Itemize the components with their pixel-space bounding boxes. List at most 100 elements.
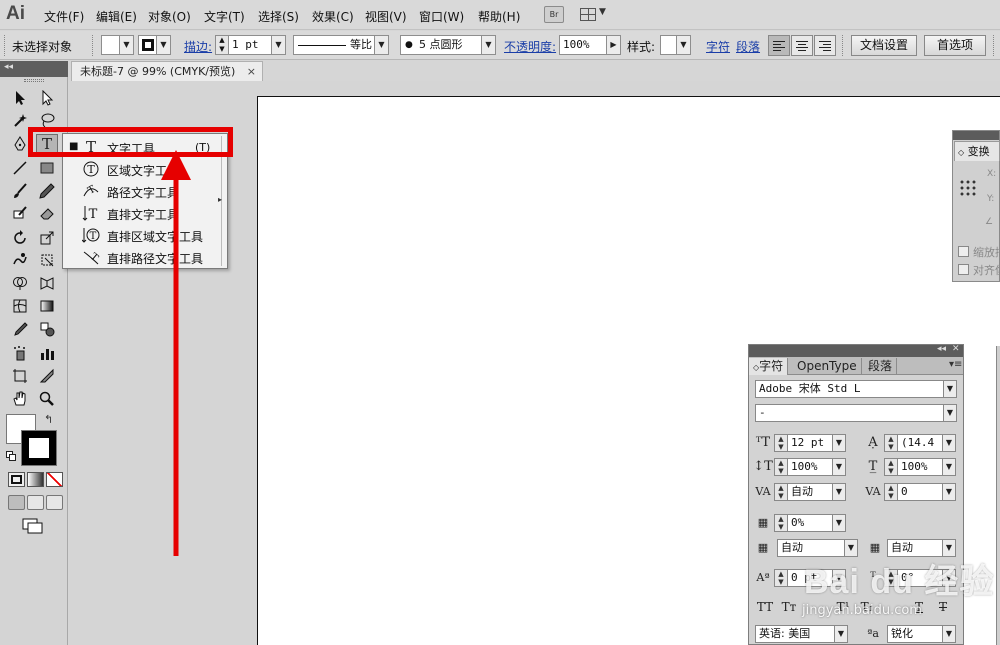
control-bar-grip[interactable] [4,35,7,56]
vertical-scale-stepper[interactable]: ▲ ▼ [774,458,788,476]
kerning-dropdown[interactable]: ▼ [832,483,846,501]
align-pixel-checkbox[interactable] [958,264,969,275]
document-tab[interactable]: 未标题-7 @ 99% (CMYK/预览) × [71,61,263,81]
menu-select[interactable]: 选择(S) [258,8,299,25]
paintbrush-tool-icon[interactable] [9,181,31,201]
kerning-stepper[interactable]: ▲ ▼ [774,483,788,501]
horizontal-scale-field[interactable]: 100% [897,458,943,476]
screen-mode-button[interactable] [22,518,44,534]
opacity-dropdown[interactable]: ▶ [606,35,621,55]
tab-character[interactable]: ◇字符 [749,358,789,375]
horizontal-scale-stepper[interactable]: ▲ ▼ [884,458,898,476]
reference-point-icon[interactable] [959,179,976,196]
menu-edit[interactable]: 编辑(E) [96,8,137,25]
leading-dropdown[interactable]: ▼ [942,434,956,452]
menu-help[interactable]: 帮助(H) [478,8,520,25]
tools-panel-grip[interactable] [24,79,44,82]
menu-view[interactable]: 视图(V) [365,8,407,25]
tracking-stepper[interactable]: ▲ ▼ [884,483,898,501]
small-caps-icon[interactable]: Tт [779,598,799,616]
eraser-tool-icon[interactable] [36,203,58,223]
font-style-field[interactable]: - [755,404,945,422]
control-bar-grip[interactable] [993,35,996,56]
brush-definition[interactable]: ● 5 点圆形 [400,35,482,55]
none-mode-button[interactable] [46,472,63,487]
collapse-icon[interactable]: ◂◂ [4,62,13,72]
align-right-button[interactable] [814,35,836,56]
transform-tab[interactable]: ◇ 变换 [954,141,1000,161]
column-graph-tool-icon[interactable] [36,343,58,363]
stroke-weight-dropdown[interactable]: ▼ [271,35,286,55]
align-center-button[interactable] [791,35,813,56]
graphic-style-dropdown[interactable]: ▼ [676,35,691,55]
stroke-weight-stepper[interactable]: ▲ ▼ [215,35,229,55]
flyout-item-vertical-area-type-tool[interactable]: T 直排区域文字工具 [63,224,223,246]
direct-selection-tool-icon[interactable] [36,88,58,108]
control-bar-grip[interactable] [842,35,845,56]
flyout-item-vertical-type-on-path-tool[interactable]: T 直排路径文字工具 [63,246,223,268]
character-panel-link[interactable]: 字符 [706,38,730,55]
leading-stepper[interactable]: ▲ ▼ [884,434,898,452]
tsume-stepper[interactable]: ▲ ▼ [774,514,788,532]
kerning-field[interactable]: 自动 [787,483,833,501]
tracking-field[interactable]: 0 [897,483,943,501]
zoom-tool-icon[interactable] [36,389,58,409]
font-size-dropdown[interactable]: ▼ [832,434,846,452]
stroke-color-box[interactable] [138,35,158,55]
baseline-shift-stepper[interactable]: ▲ ▼ [774,569,788,587]
scale-strokes-checkbox[interactable] [958,246,969,257]
leading-field[interactable]: (14.4 [897,434,943,452]
tsume-dropdown[interactable]: ▼ [832,514,846,532]
font-style-dropdown[interactable]: ▼ [943,404,957,422]
line-segment-tool-icon[interactable] [9,158,31,178]
gradient-mode-button[interactable] [27,472,44,487]
align-left-button[interactable] [768,35,790,56]
rotate-tool-icon[interactable] [9,228,31,248]
menu-file[interactable]: 文件(F) [44,8,84,25]
pencil-tool-icon[interactable] [36,181,58,201]
font-size-field[interactable]: 12 pt [787,434,833,452]
artboard-tool-icon[interactable] [9,366,31,386]
profile-dropdown[interactable]: ▼ [374,35,389,55]
panel-menu-icon[interactable]: ▾≡ [949,359,962,370]
draw-inside-button[interactable] [46,495,63,510]
symbol-sprayer-tool-icon[interactable] [9,343,31,363]
blob-brush-tool-icon[interactable] [9,203,31,223]
eyedropper-tool-icon[interactable] [9,319,31,339]
stroke-label-link[interactable]: 描边: [184,38,212,55]
document-setup-button[interactable]: 文档设置 [851,35,917,56]
font-family-dropdown[interactable]: ▼ [943,380,957,398]
selection-tool-icon[interactable] [9,88,31,108]
bridge-button[interactable]: Br [544,6,564,23]
scale-tool-icon[interactable] [36,228,58,248]
mesh-tool-icon[interactable] [9,296,31,316]
tearoff-arrow-icon[interactable]: ▸ [218,195,222,204]
brush-dropdown[interactable]: ▼ [481,35,496,55]
rectangle-tool-icon[interactable] [36,158,58,178]
hand-tool-icon[interactable] [9,389,31,409]
draw-behind-button[interactable] [27,495,44,510]
font-family-field[interactable]: Adobe 宋体 Std L [755,380,945,398]
menu-effect[interactable]: 效果(C) [312,8,354,25]
menu-object[interactable]: 对象(O) [148,8,191,25]
close-icon[interactable]: ✕ [952,344,960,354]
menu-window[interactable]: 窗口(W) [419,8,464,25]
draw-normal-button[interactable] [8,495,25,510]
warp-tool-icon[interactable] [9,250,31,270]
free-transform-tool-icon[interactable] [36,250,58,270]
blend-tool-icon[interactable] [36,319,58,339]
collapse-icon[interactable]: ◂◂ [937,344,946,354]
swap-fill-stroke-icon[interactable]: ↰ [44,413,53,426]
stroke-color-swatch[interactable] [21,430,57,466]
preferences-button[interactable]: 首选项 [924,35,986,56]
vertical-scale-field[interactable]: 100% [787,458,833,476]
opacity-label-link[interactable]: 不透明度: [504,38,556,55]
character-panel-header[interactable]: ◂◂ ✕ [749,344,963,357]
flyout-item-area-type-tool[interactable]: T 区域文字工具 [63,158,223,180]
tools-panel-header[interactable]: ◂◂ [0,61,68,77]
horizontal-scale-dropdown[interactable]: ▼ [942,458,956,476]
gradient-tool-icon[interactable] [36,296,58,316]
close-icon[interactable]: × [247,62,256,81]
shape-builder-tool-icon[interactable] [9,273,31,293]
color-mode-button[interactable] [8,472,25,487]
